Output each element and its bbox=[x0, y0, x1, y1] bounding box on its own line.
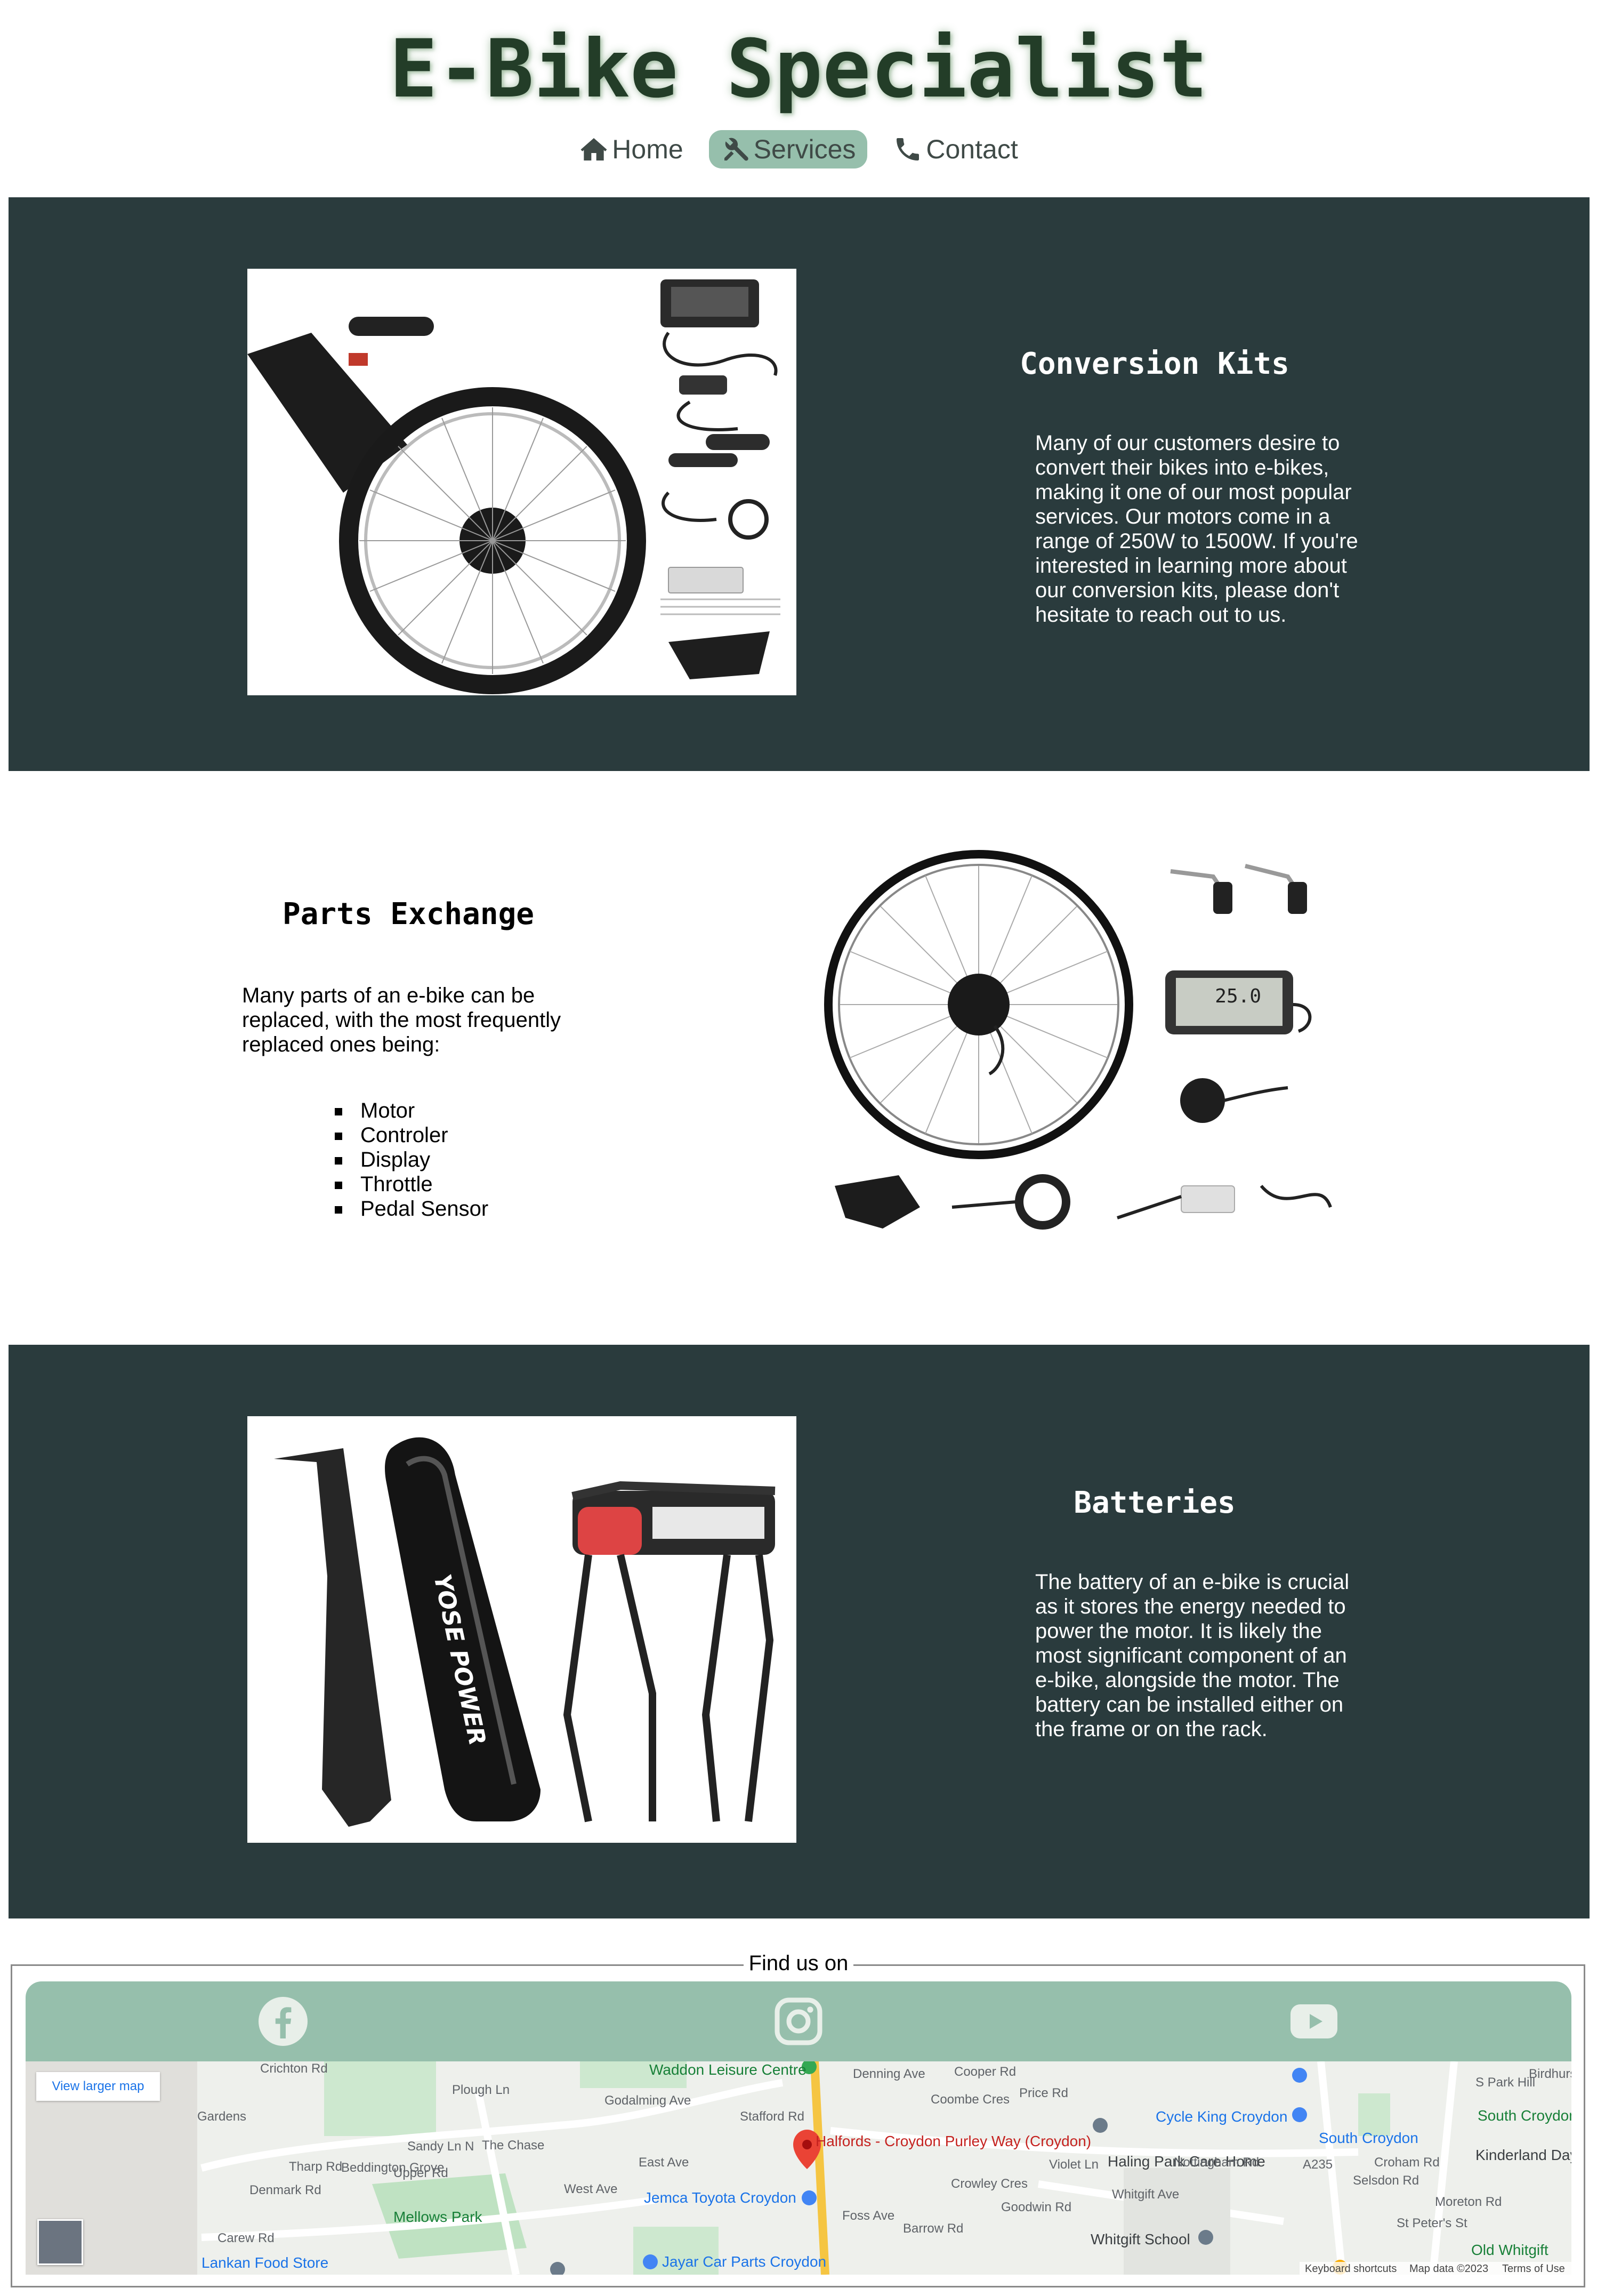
nav-home[interactable]: Home bbox=[571, 130, 690, 168]
map-street-label: Plough Ln bbox=[452, 2083, 510, 2097]
conversion-kits-text: Many of our customers desire to convert … bbox=[1035, 431, 1358, 627]
parts-list: Motor Controler Display Throttle Pedal S… bbox=[335, 1098, 601, 1221]
map-street-label: Carew Rd bbox=[217, 2231, 275, 2245]
map-street-label: Violet Ln bbox=[1049, 2157, 1099, 2172]
map-street-label: A235 bbox=[1303, 2157, 1333, 2172]
map-street-label: Tharp Rd bbox=[289, 2159, 343, 2174]
map-street-label: Whitgift Ave bbox=[1112, 2187, 1180, 2202]
conversion-kits-title: Conversion Kits bbox=[1020, 347, 1289, 381]
list-item: Throttle bbox=[335, 1172, 601, 1197]
map-pin-label[interactable]: Halfords - Croydon Purley Way (Croydon) bbox=[816, 2133, 1091, 2150]
map-street-label: Moreton Rd bbox=[1435, 2195, 1502, 2209]
list-item: Motor bbox=[335, 1098, 601, 1123]
map-place-label: South Croydon Sports Club bbox=[1478, 2107, 1571, 2124]
batteries-image: YOSE POWER bbox=[247, 1416, 796, 1843]
keyboard-shortcuts-link[interactable]: Keyboard shortcuts bbox=[1305, 2263, 1397, 2275]
facebook-icon bbox=[259, 1997, 308, 2046]
map-street-label: Sandy Ln N bbox=[407, 2139, 474, 2154]
nav-services-label: Services bbox=[753, 134, 856, 164]
footer-legend: Find us on bbox=[0, 1949, 1597, 1977]
map-street-label: Selsdon Rd bbox=[1353, 2173, 1419, 2188]
terms-of-use-link[interactable]: Terms of Use bbox=[1502, 2263, 1565, 2275]
list-item: Display bbox=[335, 1147, 601, 1172]
streetview-thumbnail[interactable] bbox=[37, 2219, 83, 2265]
parts-exchange-text: Many parts of an e-bike can be replaced,… bbox=[242, 984, 561, 1056]
tools-icon bbox=[724, 138, 748, 161]
map-street-label: Upper Rd bbox=[393, 2166, 448, 2180]
main-nav: Home Services Contact bbox=[0, 129, 1597, 170]
map-street-label: Denmark Rd bbox=[249, 2183, 321, 2197]
nav-home-label: Home bbox=[612, 134, 683, 164]
embedded-map[interactable]: View larger map Halfords - Croydon Purle… bbox=[26, 2061, 1571, 2275]
nav-contact[interactable]: Contact bbox=[885, 130, 1025, 168]
map-place-label: Lankan Food Store bbox=[201, 2254, 329, 2271]
map-place-label: Jemca Toyota Croydon bbox=[644, 2189, 796, 2206]
map-place-label: Old Whitgift bbox=[1471, 2242, 1548, 2258]
map-street-label: Cooper Rd bbox=[954, 2065, 1017, 2079]
map-street-label: Coombe Cres bbox=[931, 2092, 1010, 2107]
map-street-label: St Peter's St bbox=[1397, 2216, 1467, 2230]
view-larger-map-button[interactable]: View larger map bbox=[36, 2072, 160, 2101]
map-street-label: Price Rd bbox=[1019, 2086, 1069, 2100]
batteries-title: Batteries bbox=[1074, 1486, 1236, 1520]
map-place-label: Waddon Leisure Centre bbox=[649, 2061, 806, 2078]
map-place-label: South Croydon bbox=[1319, 2130, 1418, 2146]
nav-services[interactable]: Services bbox=[708, 130, 868, 168]
map-street-label: The Chase bbox=[482, 2138, 545, 2153]
conversion-kits-section: Conversion Kits Many of our customers de… bbox=[9, 197, 1590, 771]
list-item: Pedal Sensor bbox=[335, 1197, 601, 1221]
map-street-label: West Ave bbox=[564, 2182, 618, 2196]
map-street-label: Goodwin Rd bbox=[1001, 2200, 1072, 2214]
map-place-label: Whitgift School bbox=[1091, 2231, 1190, 2247]
home-icon bbox=[580, 138, 607, 160]
nav-contact-label: Contact bbox=[926, 134, 1018, 164]
facebook-link[interactable] bbox=[257, 1996, 309, 2047]
batteries-text: The battery of an e-bike is crucial as i… bbox=[1035, 1570, 1350, 1741]
footer-legend-text: Find us on bbox=[743, 1952, 854, 1975]
map-data-text: Map data ©2023 bbox=[1409, 2263, 1489, 2275]
instagram-icon bbox=[775, 1997, 822, 2045]
parts-exchange-title: Parts Exchange bbox=[282, 897, 534, 932]
map-street-label: East Ave bbox=[639, 2155, 689, 2170]
parts-exchange-image: 25.0 bbox=[819, 845, 1357, 1250]
map-street-label: Foss Ave bbox=[842, 2209, 895, 2223]
map-street-label: Godalming Ave bbox=[604, 2093, 691, 2108]
youtube-link[interactable] bbox=[1288, 1996, 1340, 2047]
site-title: E-Bike Specialist bbox=[389, 23, 1208, 116]
map-street-label: Crowley Cres bbox=[951, 2177, 1028, 2191]
map-place-label: Kinderland Day Nursery - South Croydon bbox=[1475, 2147, 1571, 2163]
social-bar bbox=[26, 1981, 1571, 2061]
youtube-icon bbox=[1290, 2004, 1337, 2038]
map-street-label: Barrow Rd bbox=[903, 2221, 964, 2236]
map-street-label: Nottingham Rd bbox=[1174, 2155, 1260, 2170]
parts-exchange-section: Parts Exchange Many parts of an e-bike c… bbox=[9, 771, 1590, 1345]
list-item: Controler bbox=[335, 1123, 601, 1147]
conversion-kit-image bbox=[247, 269, 796, 695]
map-place-label: Jayar Car Parts Croydon bbox=[662, 2253, 827, 2270]
batteries-section: YOSE POWER Batteries The battery of an e… bbox=[9, 1345, 1590, 1918]
map-street-label: Denning Ave bbox=[853, 2067, 925, 2081]
map-street-label: Gardens bbox=[197, 2109, 247, 2124]
map-street-label: Stafford Rd bbox=[740, 2109, 804, 2124]
map-place-label: Cycle King Croydon bbox=[1156, 2108, 1288, 2125]
map-street-label: S Park Hill Rd bbox=[1475, 2075, 1539, 2090]
map-place-label: Mellows Park bbox=[393, 2209, 482, 2225]
phone-icon bbox=[897, 138, 920, 160]
display-reading: 25.0 bbox=[1215, 985, 1261, 1007]
instagram-link[interactable] bbox=[773, 1996, 824, 2047]
map-street-label: Croham Rd bbox=[1374, 2155, 1440, 2170]
map-street-label: Crichton Rd bbox=[260, 2061, 328, 2076]
